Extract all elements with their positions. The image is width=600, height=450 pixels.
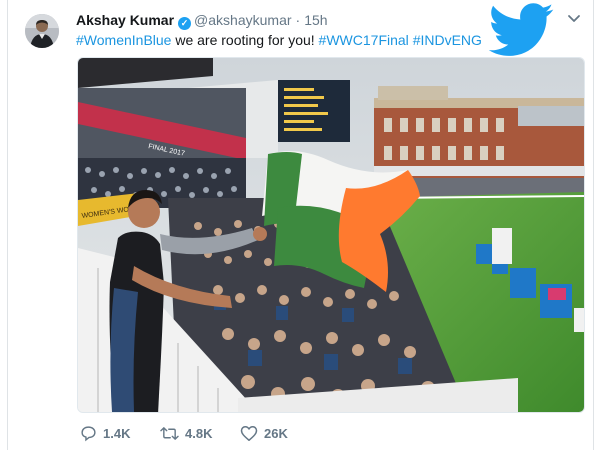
tweet-text: #WomenInBlue we are rooting for you! #WW… [76, 31, 482, 49]
reply-button[interactable]: 1.4K [80, 423, 130, 443]
retweet-button[interactable]: 4.8K [160, 423, 212, 443]
chevron-down-icon[interactable] [566, 10, 582, 26]
verified-check-icon: ✓ [178, 17, 192, 30]
retweet-icon [160, 426, 179, 440]
tweet-photo[interactable]: FINAL 2017 WOMEN'S WORLD CUP [77, 57, 585, 413]
like-count: 26K [264, 425, 288, 441]
tweet-header: Akshay Kumar ✓ @akshaykumar · 15h [76, 11, 328, 30]
avatar[interactable] [25, 14, 59, 48]
display-name[interactable]: Akshay Kumar [76, 12, 174, 28]
hashtag-womeninblue[interactable]: #WomenInBlue [76, 32, 171, 48]
tweet-time[interactable]: 15h [304, 12, 327, 28]
separator-dot: · [295, 12, 301, 28]
reply-count: 1.4K [103, 425, 131, 441]
hashtag-indveng[interactable]: #INDvENG [413, 32, 482, 48]
tweet-text-middle: we are rooting for you! [171, 32, 319, 48]
like-icon [240, 425, 258, 441]
like-button[interactable]: 26K [240, 423, 288, 443]
user-handle[interactable]: @akshaykumar [194, 12, 291, 28]
avatar-photo [25, 14, 59, 48]
retweet-count: 4.8K [185, 425, 213, 441]
twitter-bird-icon [489, 3, 554, 56]
hashtag-wwc17final[interactable]: #WWC17Final [319, 32, 409, 48]
reply-icon [81, 425, 96, 441]
stadium-photo: FINAL 2017 WOMEN'S WORLD CUP [78, 58, 584, 412]
